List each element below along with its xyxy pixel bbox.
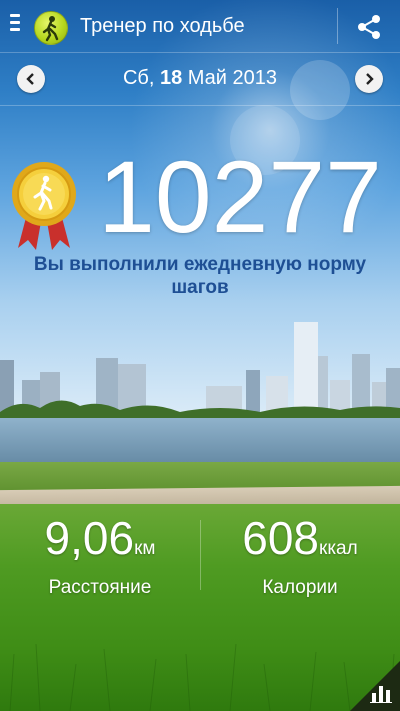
header-divider: [337, 8, 338, 44]
step-count: 10277: [98, 140, 382, 254]
distance-label: Расстояние: [48, 577, 152, 598]
calories-value-row: 608ккал: [200, 512, 400, 575]
distance-unit: км: [134, 538, 156, 559]
app-header: Тренер по ходьбе: [0, 0, 400, 53]
date-navigation: Сб, 18 Май 2013: [0, 53, 400, 106]
menu-icon[interactable]: [10, 14, 20, 38]
goal-achieved-message: Вы выполнили ежедневную норму шагов: [33, 254, 367, 298]
share-icon[interactable]: [354, 12, 384, 42]
distance-stat: 9,06км Расстояние: [0, 512, 200, 599]
calories-value: 608: [242, 512, 320, 564]
background-scene: [0, 0, 400, 711]
city-skyline: [0, 322, 400, 420]
date-month-year: Май 2013: [187, 67, 278, 89]
calories-stat: 608ккал Калории: [200, 512, 400, 599]
next-day-button[interactable]: [355, 65, 383, 93]
bar-chart-icon[interactable]: [370, 683, 392, 703]
walking-figure-icon[interactable]: [34, 11, 68, 45]
calories-unit: ккал: [319, 538, 358, 559]
app-title: Тренер по ходьбе: [80, 15, 245, 37]
date-day: 18: [159, 67, 183, 89]
calories-label: Калории: [262, 577, 338, 598]
distance-value-row: 9,06км: [0, 512, 200, 575]
date-weekday: Сб,: [122, 67, 155, 89]
gold-medal-icon: [12, 162, 76, 250]
chevron-right-icon: [366, 73, 374, 85]
distance-value: 9,06: [44, 512, 135, 564]
current-date: Сб, 18 Май 2013: [0, 67, 400, 90]
